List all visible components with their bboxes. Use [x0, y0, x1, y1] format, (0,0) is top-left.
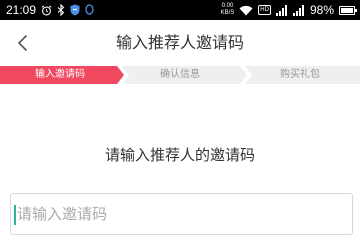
battery-icon — [339, 5, 357, 15]
wifi-icon — [239, 0, 253, 20]
battery-percent: 98% — [309, 3, 334, 17]
battery-level-fill — [341, 7, 353, 13]
hd-badge: HD — [258, 5, 271, 15]
step-2-label: 确认信息 — [160, 69, 200, 80]
invite-code-field[interactable] — [10, 193, 353, 235]
network-speed: 0.00 KB/S — [221, 3, 235, 17]
status-bar: 21:09 0.00 KB/S HD 98% — [0, 0, 360, 20]
text-caret — [14, 205, 16, 225]
shield-app-icon — [70, 0, 80, 20]
signal-icon-sim2 — [292, 0, 305, 20]
chevron-left-icon — [17, 34, 28, 52]
back-button[interactable] — [8, 28, 38, 58]
navigation-bar: 输入推荐人邀请码 — [0, 20, 360, 66]
status-bar-right: 0.00 KB/S HD 98% — [221, 0, 357, 20]
progress-steps: 输入邀请码 确认信息 购买礼包 — [0, 66, 360, 84]
step-1-label: 输入邀请码 — [35, 69, 85, 80]
page-title: 输入推荐人邀请码 — [115, 33, 244, 52]
step-3-label: 购买礼包 — [280, 69, 320, 80]
qq-icon — [85, 0, 94, 20]
status-bar-left: 21:09 — [6, 0, 94, 20]
alarm-icon — [41, 0, 52, 20]
bluetooth-icon — [57, 0, 65, 20]
invite-code-input[interactable] — [17, 194, 347, 234]
invite-code-prompt: 请输入推荐人的邀请码 — [104, 146, 255, 164]
network-speed-value: 0.00 — [221, 3, 234, 9]
signal-icon-sim1 — [275, 0, 288, 20]
network-speed-unit: KB/S — [220, 10, 235, 16]
clock: 21:09 — [6, 3, 37, 17]
